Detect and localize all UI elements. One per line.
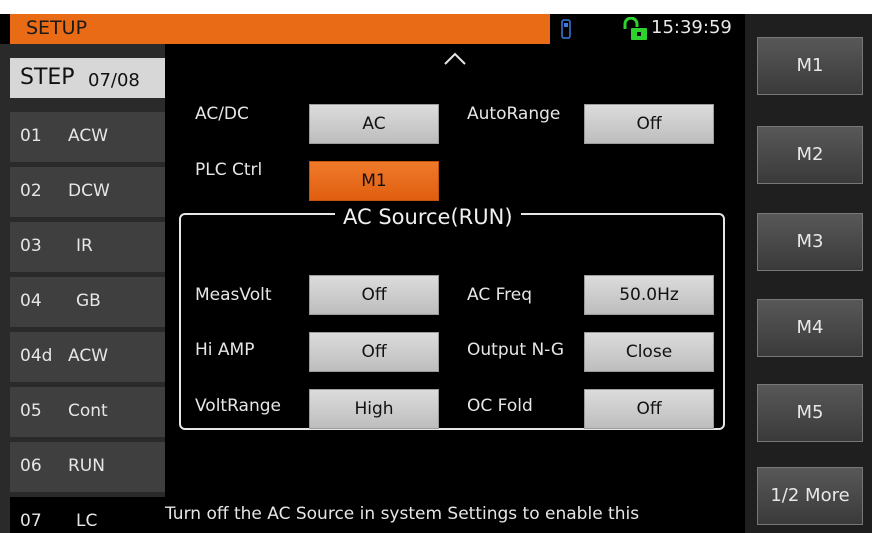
step-name: IR — [76, 236, 93, 256]
clock: 15:39:59 — [651, 17, 732, 38]
step-name: Cont — [68, 401, 108, 421]
step-name: ACW — [68, 126, 109, 146]
status-message: Turn off the AC Source in system Setting… — [165, 504, 640, 524]
sidebar-item-02-dcw[interactable]: 02 DCW — [10, 165, 165, 217]
hi-amp-button[interactable]: Off — [309, 332, 439, 372]
unlock-icon — [623, 17, 647, 40]
voltrange-button[interactable]: High — [309, 389, 439, 429]
plc-ctrl-label: PLC Ctrl — [195, 160, 263, 180]
sidebar-item-04d-acw[interactable]: 04d ACW — [10, 330, 165, 382]
sidebar-item-01-acw[interactable]: 01 ACW — [10, 110, 165, 162]
settings-panel: AC/DC AC AutoRange Off PLC Ctrl M1 AC So… — [165, 44, 745, 533]
softkey-more[interactable]: 1/2 More — [757, 467, 863, 525]
step-name: DCW — [68, 181, 110, 201]
step-name: ACW — [68, 346, 109, 366]
sidebar-item-06-run[interactable]: 06 RUN — [10, 440, 165, 492]
softkey-m2[interactable]: M2 — [757, 126, 863, 184]
header-bar: SETUP 15:39:59 — [0, 14, 745, 44]
step-name: RUN — [68, 456, 105, 476]
oc-fold-label: OC Fold — [467, 396, 533, 416]
plc-ctrl-button[interactable]: M1 — [309, 161, 439, 201]
step-name: LC — [76, 511, 98, 531]
step-number: 04 — [20, 291, 42, 311]
oc-fold-button[interactable]: Off — [584, 389, 714, 429]
sidebar-item-04-gb[interactable]: 04 GB — [10, 275, 165, 327]
step-number: 07 — [20, 511, 42, 531]
softkey-m5[interactable]: M5 — [757, 384, 863, 442]
softkey-m3[interactable]: M3 — [757, 213, 863, 271]
step-number: 03 — [20, 236, 42, 256]
sidebar-item-05-cont[interactable]: 05 Cont — [10, 385, 165, 437]
ac-freq-button[interactable]: 50.0Hz — [584, 275, 714, 315]
instrument-display: SETUP 15:39:59 STEP 07/08 01 ACW 02 DCW … — [0, 14, 872, 533]
measvolt-label: MeasVolt — [195, 285, 272, 305]
softkey-panel: M1 M2 M3 M4 M5 1/2 More — [745, 14, 872, 533]
top-margin — [0, 0, 872, 14]
ac-freq-label: AC Freq — [467, 285, 533, 305]
softkey-m4[interactable]: M4 — [757, 299, 863, 357]
ac-source-title: AC Source(RUN) — [335, 205, 521, 229]
acdc-button[interactable]: AC — [309, 104, 439, 144]
output-ng-button[interactable]: Close — [584, 332, 714, 372]
step-name: GB — [76, 291, 101, 311]
step-sidebar: STEP 07/08 01 ACW 02 DCW 03 IR 04 GB 04d… — [0, 44, 165, 533]
scroll-up-icon[interactable] — [443, 52, 467, 66]
step-count: 07/08 — [88, 70, 140, 91]
measvolt-button[interactable]: Off — [309, 275, 439, 315]
step-number: 05 — [20, 401, 42, 421]
voltrange-label: VoltRange — [195, 396, 281, 416]
step-number: 06 — [20, 456, 42, 476]
step-number: 04d — [20, 346, 53, 366]
sidebar-item-03-ir[interactable]: 03 IR — [10, 220, 165, 272]
step-number: 02 — [20, 181, 42, 201]
acdc-label: AC/DC — [195, 104, 249, 124]
step-label: STEP — [20, 65, 75, 90]
autorange-button[interactable]: Off — [584, 104, 714, 144]
page-title: SETUP — [26, 17, 88, 39]
autorange-label: AutoRange — [467, 104, 561, 124]
hi-amp-label: Hi AMP — [195, 340, 255, 360]
output-ng-label: Output N-G — [467, 340, 565, 360]
softkey-m1[interactable]: M1 — [757, 37, 863, 95]
step-number: 01 — [20, 126, 42, 146]
screen: SETUP 15:39:59 STEP 07/08 01 ACW 02 DCW … — [0, 0, 872, 533]
sidebar-item-07-lc[interactable]: 07 LC — [10, 495, 165, 533]
header-title-bar — [10, 14, 550, 44]
usb-icon — [561, 19, 571, 39]
